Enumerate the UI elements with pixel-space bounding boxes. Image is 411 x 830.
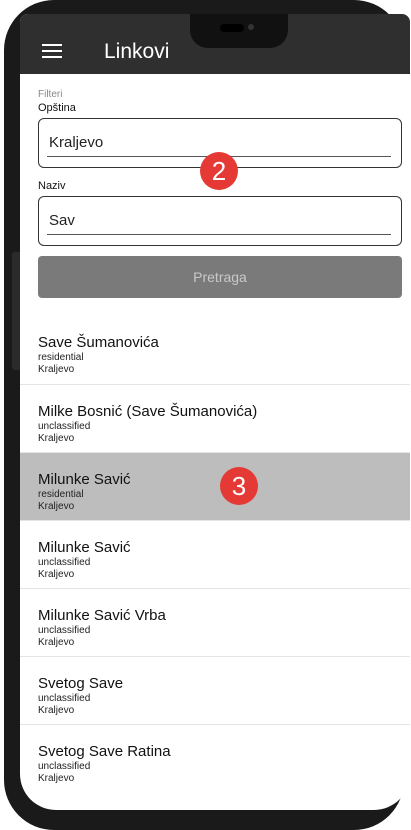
result-name: Save Šumanovića — [38, 334, 159, 351]
search-button[interactable]: Pretraga — [38, 256, 402, 298]
hamburger-menu-icon[interactable] — [42, 44, 62, 58]
camera-notch — [190, 14, 288, 48]
name-input[interactable] — [47, 211, 381, 230]
result-city: Kraljevo — [38, 773, 75, 784]
result-name: Svetog Save Ratina — [38, 743, 171, 760]
result-name: Svetog Save — [38, 675, 124, 692]
step-badge-3: 3 — [220, 467, 258, 505]
result-city: Kraljevo — [38, 705, 75, 716]
result-name: Milunke Savić — [38, 539, 131, 556]
result-row[interactable]: Milunke Savić unclassified Kraljevo — [20, 520, 410, 588]
speaker-grille — [220, 24, 244, 32]
name-field[interactable] — [38, 196, 402, 246]
name-underline — [47, 234, 391, 235]
result-type: unclassified — [38, 421, 91, 432]
phone-frame: Linkovi Filteri Opština Naziv 2 Pretraga… — [4, 0, 410, 830]
results-list: Save Šumanovića residential Kraljevo Mil… — [20, 316, 410, 792]
result-type: residential — [38, 352, 84, 363]
result-name: Milunke Savić Vrba — [38, 607, 166, 624]
result-row[interactable]: Milunke Savić Vrba unclassified Kraljevo — [20, 588, 410, 656]
result-type: unclassified — [38, 557, 91, 568]
result-name: Milke Bosnić (Save Šumanovića) — [38, 403, 258, 420]
result-row[interactable]: Milke Bosnić (Save Šumanovića) unclassif… — [20, 384, 410, 452]
result-row[interactable]: Svetog Save unclassified Kraljevo — [20, 656, 410, 724]
app-title: Linkovi — [104, 40, 170, 63]
result-row[interactable]: Save Šumanovića residential Kraljevo — [20, 316, 410, 384]
step-badge-2: 2 — [200, 152, 238, 190]
phone-screen: Linkovi Filteri Opština Naziv 2 Pretraga… — [20, 14, 410, 810]
result-city: Kraljevo — [38, 569, 75, 580]
name-label: Naziv — [38, 180, 66, 192]
front-camera — [248, 24, 254, 30]
result-city: Kraljevo — [38, 364, 75, 375]
municipality-label: Opština — [38, 102, 76, 114]
filters-section-label: Filteri — [38, 89, 63, 100]
municipality-input[interactable] — [47, 133, 381, 152]
result-type: unclassified — [38, 693, 91, 704]
result-row[interactable]: Svetog Save Ratina unclassified Kraljevo — [20, 724, 410, 792]
result-city: Kraljevo — [38, 501, 75, 512]
result-type: unclassified — [38, 625, 91, 636]
result-row-selected[interactable]: Milunke Savić residential Kraljevo 3 — [20, 452, 410, 520]
result-type: unclassified — [38, 761, 91, 772]
result-city: Kraljevo — [38, 637, 75, 648]
result-city: Kraljevo — [38, 433, 75, 444]
